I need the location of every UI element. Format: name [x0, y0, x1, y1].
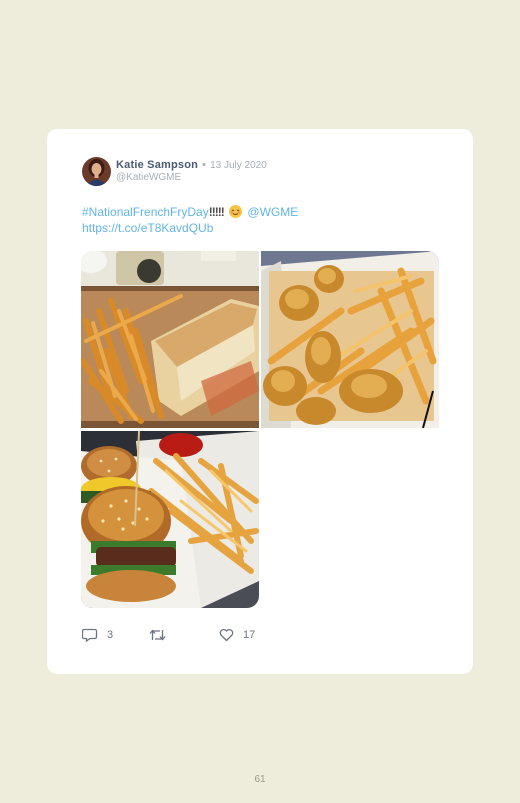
author-name[interactable]: Katie Sampson: [116, 159, 198, 171]
page-number: 61: [254, 774, 266, 785]
reply-action[interactable]: 3: [82, 628, 113, 642]
relieved-face-emoji-icon: [229, 205, 243, 218]
like-action[interactable]: 17: [219, 628, 255, 642]
burger-and-fries-photo[interactable]: [81, 431, 259, 608]
author-line: Katie Sampson • 13 July 2020: [116, 159, 267, 171]
avatar[interactable]: [82, 157, 111, 186]
like-count: 17: [243, 629, 256, 641]
retweet-action[interactable]: [149, 628, 175, 642]
fries-and-sandwich-photo[interactable]: [81, 251, 259, 428]
exclamations: !!!!!: [208, 205, 225, 219]
tweet-text: #NationalFrenchFryDay!!!!! @WGME https:/…: [82, 204, 442, 236]
tweet-card: Katie Sampson • 13 July 2020 @KatieWGME …: [47, 129, 473, 674]
url-link[interactable]: https://t.co/eT8KavdQUb: [82, 221, 213, 235]
heart-icon: [219, 628, 234, 642]
reply-count: 3: [107, 629, 114, 641]
hashtag-link[interactable]: #NationalFrenchFryDay: [82, 205, 209, 219]
author-handle[interactable]: @KatieWGME: [116, 172, 181, 183]
tweet-actions: 3 17: [82, 628, 382, 646]
retweet-icon: [149, 629, 166, 641]
scallops-and-fries-photo[interactable]: [261, 251, 439, 428]
separator-dot: •: [202, 159, 206, 171]
tweet-date[interactable]: 13 July 2020: [210, 160, 267, 171]
reply-icon: [82, 628, 98, 642]
mention-link[interactable]: @WGME: [247, 205, 298, 219]
